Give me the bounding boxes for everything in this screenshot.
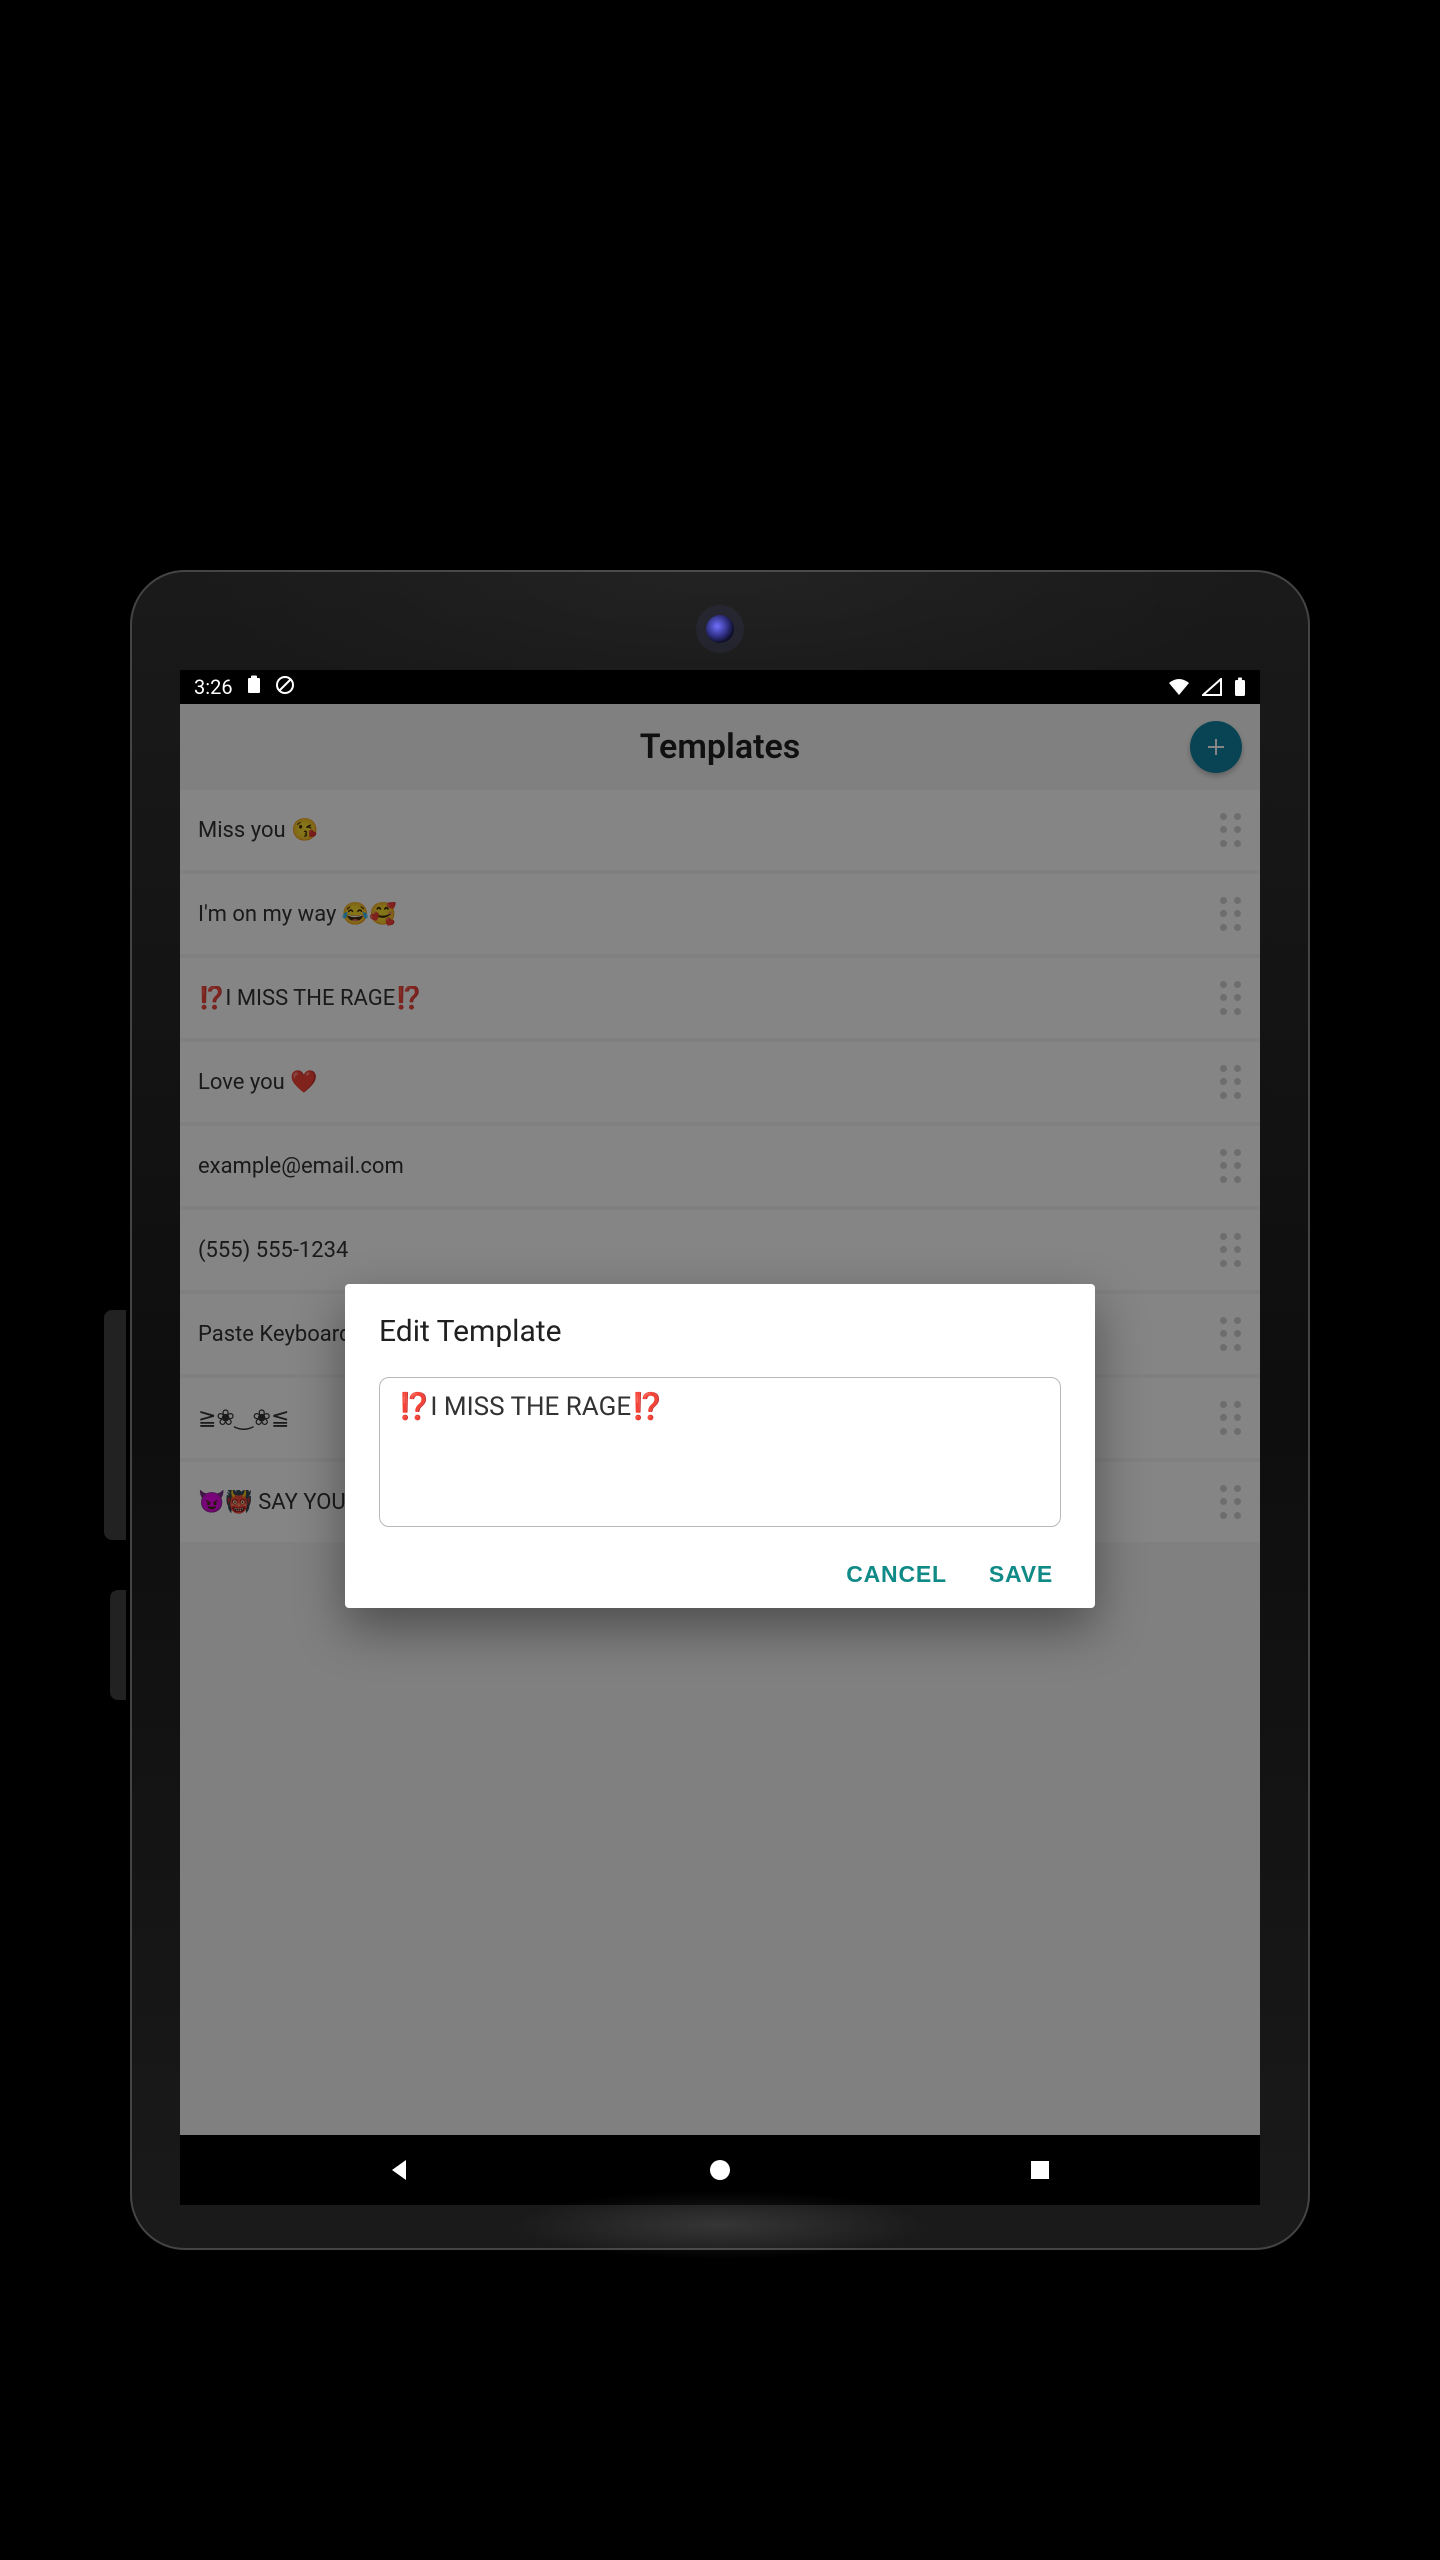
status-bar: 3:26 [180, 670, 1260, 704]
dialog-actions: CANCEL SAVE [379, 1561, 1061, 1588]
status-time: 3:26 [194, 675, 233, 699]
nav-home-button[interactable] [620, 2135, 820, 2205]
tablet-frame: 3:26 [130, 570, 1310, 2250]
battery-icon [1234, 677, 1246, 697]
edit-template-dialog: Edit Template CANCEL SAVE [345, 1284, 1095, 1608]
no-sim-icon [275, 675, 295, 700]
modal-overlay[interactable]: Edit Template CANCEL SAVE [180, 704, 1260, 2135]
front-camera [706, 615, 734, 643]
dialog-title: Edit Template [379, 1314, 1061, 1349]
app-area: Templates Miss you 😘 I'm on my way 😂🥰 [180, 704, 1260, 2135]
device-screen: 3:26 [180, 670, 1260, 2205]
system-nav-bar [180, 2135, 1260, 2205]
nav-recents-button[interactable] [940, 2135, 1140, 2205]
cell-signal-icon [1202, 678, 1222, 696]
save-button[interactable]: SAVE [989, 1561, 1053, 1588]
template-input[interactable] [379, 1377, 1061, 1527]
triangle-back-icon [387, 2157, 413, 2183]
nav-back-button[interactable] [300, 2135, 500, 2205]
square-recents-icon [1028, 2158, 1052, 2182]
wifi-icon [1168, 678, 1190, 696]
cancel-button[interactable]: CANCEL [846, 1561, 947, 1588]
circle-home-icon [707, 2157, 733, 2183]
clipboard-icon [245, 675, 263, 700]
